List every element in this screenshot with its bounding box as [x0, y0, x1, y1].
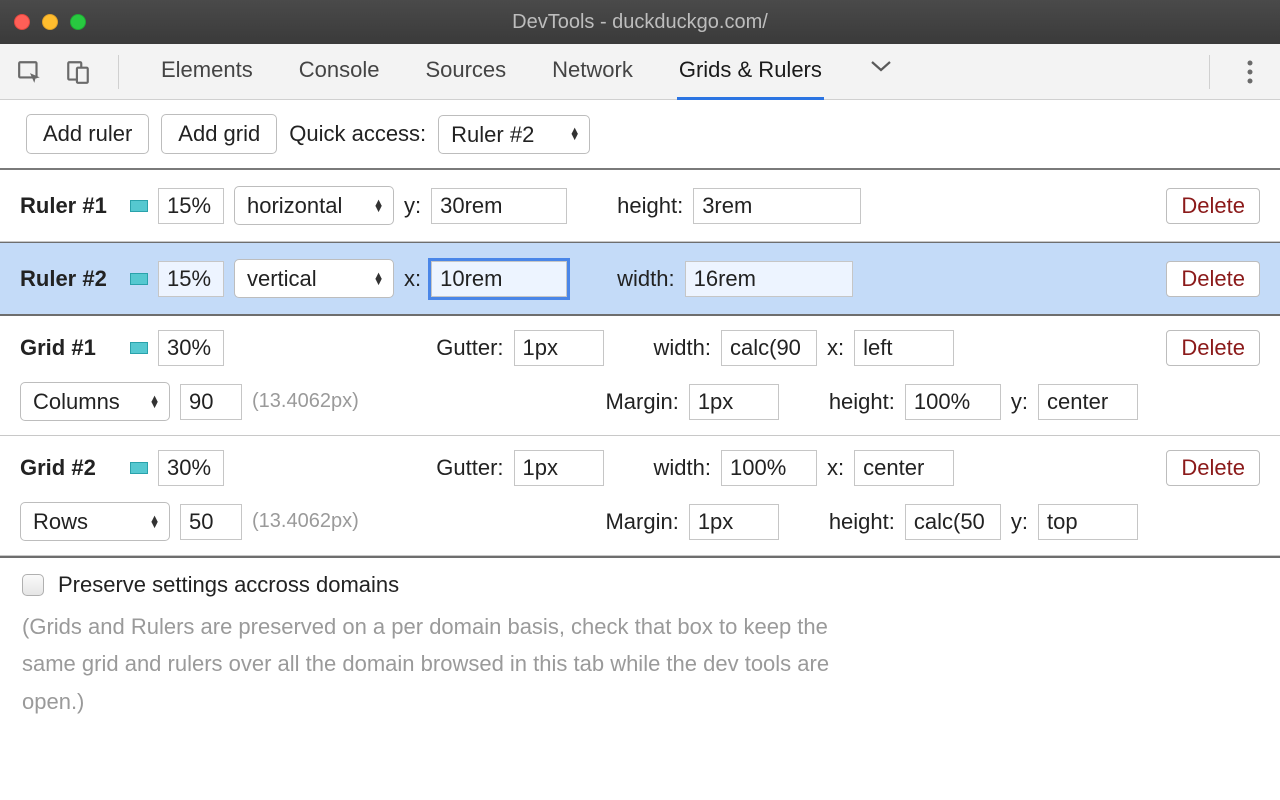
ruler-opacity-input[interactable] — [158, 188, 224, 224]
ruler-position-input[interactable] — [431, 188, 567, 224]
grid-width-input[interactable] — [721, 450, 817, 486]
ruler-position-label: y: — [404, 193, 421, 219]
grid-gutter-input[interactable] — [514, 450, 604, 486]
grid-row[interactable]: Grid #1 Gutter: width: x: Delete Columns… — [0, 316, 1280, 436]
color-swatch-icon[interactable] — [130, 342, 148, 354]
panel-tabs: Elements Console Sources Network Grids &… — [159, 43, 1183, 100]
ruler-row[interactable]: Ruler #2 vertical ▲▼ x: width: Delete — [0, 242, 1280, 316]
quick-access-label: Quick access: — [289, 121, 426, 147]
ruler-orientation-select[interactable]: horizontal — [234, 186, 394, 225]
grid-opacity-input[interactable] — [158, 330, 224, 366]
items-panel: Ruler #1 horizontal ▲▼ y: height: Delete… — [0, 170, 1280, 556]
inspect-element-icon[interactable] — [16, 58, 44, 86]
grid-type-select[interactable]: Rows — [20, 502, 170, 541]
ruler-orientation-select[interactable]: vertical — [234, 259, 394, 298]
grid-x-label: x: — [827, 455, 844, 481]
grid-type-select[interactable]: Columns — [20, 382, 170, 421]
grid-pixel-hint: (13.4062px) — [252, 390, 359, 413]
devtools-menu-icon[interactable] — [1236, 58, 1264, 86]
grid-width-input[interactable] — [721, 330, 817, 366]
preserve-settings-row[interactable]: Preserve settings accross domains — [22, 572, 1258, 598]
height-label: height: — [829, 509, 895, 535]
divider — [118, 55, 119, 89]
ruler-opacity-input[interactable] — [158, 261, 224, 297]
grid-x-input[interactable] — [854, 450, 954, 486]
tab-console[interactable]: Console — [297, 43, 382, 100]
grid-name: Grid #2 — [20, 455, 120, 481]
grid-height-input[interactable] — [905, 504, 1001, 540]
color-swatch-icon[interactable] — [130, 462, 148, 474]
delete-button[interactable]: Delete — [1166, 188, 1260, 224]
color-swatch-icon[interactable] — [130, 200, 148, 212]
width-label: width: — [654, 455, 711, 481]
gutter-label: Gutter: — [436, 335, 503, 361]
grid-y-label: y: — [1011, 389, 1028, 415]
delete-button[interactable]: Delete — [1166, 450, 1260, 486]
preserve-settings-help: (Grids and Rulers are preserved on a per… — [22, 608, 862, 720]
grid-height-input[interactable] — [905, 384, 1001, 420]
tab-sources[interactable]: Sources — [423, 43, 508, 100]
tab-grids-rulers[interactable]: Grids & Rulers — [677, 43, 824, 100]
divider — [1209, 55, 1210, 89]
delete-button[interactable]: Delete — [1166, 261, 1260, 297]
devtools-tabbar: Elements Console Sources Network Grids &… — [0, 44, 1280, 100]
height-label: height: — [829, 389, 895, 415]
delete-button[interactable]: Delete — [1166, 330, 1260, 366]
grid-margin-input[interactable] — [689, 504, 779, 540]
ruler-position-input[interactable] — [431, 261, 567, 297]
width-label: width: — [654, 335, 711, 361]
quick-access-select[interactable]: Ruler #2 — [438, 115, 590, 154]
window-titlebar: DevTools - duckduckgo.com/ — [0, 0, 1280, 44]
grid-y-label: y: — [1011, 509, 1028, 535]
window-title: DevTools - duckduckgo.com/ — [0, 11, 1280, 34]
tab-elements[interactable]: Elements — [159, 43, 255, 100]
ruler-position-label: x: — [404, 266, 421, 292]
grid-x-label: x: — [827, 335, 844, 361]
preserve-settings-checkbox[interactable] — [22, 574, 44, 596]
grid-y-input[interactable] — [1038, 384, 1138, 420]
grid-name: Grid #1 — [20, 335, 120, 361]
grids-rulers-toolbar: Add ruler Add grid Quick access: Ruler #… — [0, 100, 1280, 170]
grid-count-input[interactable] — [180, 504, 242, 540]
ruler-size-input[interactable] — [693, 188, 861, 224]
ruler-name: Ruler #1 — [20, 193, 120, 219]
ruler-size-label: width: — [617, 266, 674, 292]
margin-label: Margin: — [605, 509, 678, 535]
minimize-window-icon[interactable] — [42, 14, 58, 30]
color-swatch-icon[interactable] — [130, 273, 148, 285]
device-toolbar-icon[interactable] — [64, 58, 92, 86]
grid-margin-input[interactable] — [689, 384, 779, 420]
ruler-size-label: height: — [617, 193, 683, 219]
grid-count-input[interactable] — [180, 384, 242, 420]
ruler-row[interactable]: Ruler #1 horizontal ▲▼ y: height: Delete — [0, 170, 1280, 242]
traffic-lights — [14, 14, 86, 30]
grid-gutter-input[interactable] — [514, 330, 604, 366]
grid-x-input[interactable] — [854, 330, 954, 366]
add-ruler-button[interactable]: Add ruler — [26, 114, 149, 154]
more-tabs-button[interactable] — [866, 43, 896, 100]
ruler-size-input[interactable] — [685, 261, 853, 297]
tab-network[interactable]: Network — [550, 43, 635, 100]
ruler-name: Ruler #2 — [20, 266, 120, 292]
grid-y-input[interactable] — [1038, 504, 1138, 540]
grid-pixel-hint: (13.4062px) — [252, 510, 359, 533]
grid-opacity-input[interactable] — [158, 450, 224, 486]
close-window-icon[interactable] — [14, 14, 30, 30]
gutter-label: Gutter: — [436, 455, 503, 481]
add-grid-button[interactable]: Add grid — [161, 114, 277, 154]
maximize-window-icon[interactable] — [70, 14, 86, 30]
margin-label: Margin: — [605, 389, 678, 415]
preserve-settings-label: Preserve settings accross domains — [58, 572, 399, 598]
footer: Preserve settings accross domains (Grids… — [0, 556, 1280, 740]
grid-row[interactable]: Grid #2 Gutter: width: x: Delete Rows ▲▼… — [0, 436, 1280, 556]
